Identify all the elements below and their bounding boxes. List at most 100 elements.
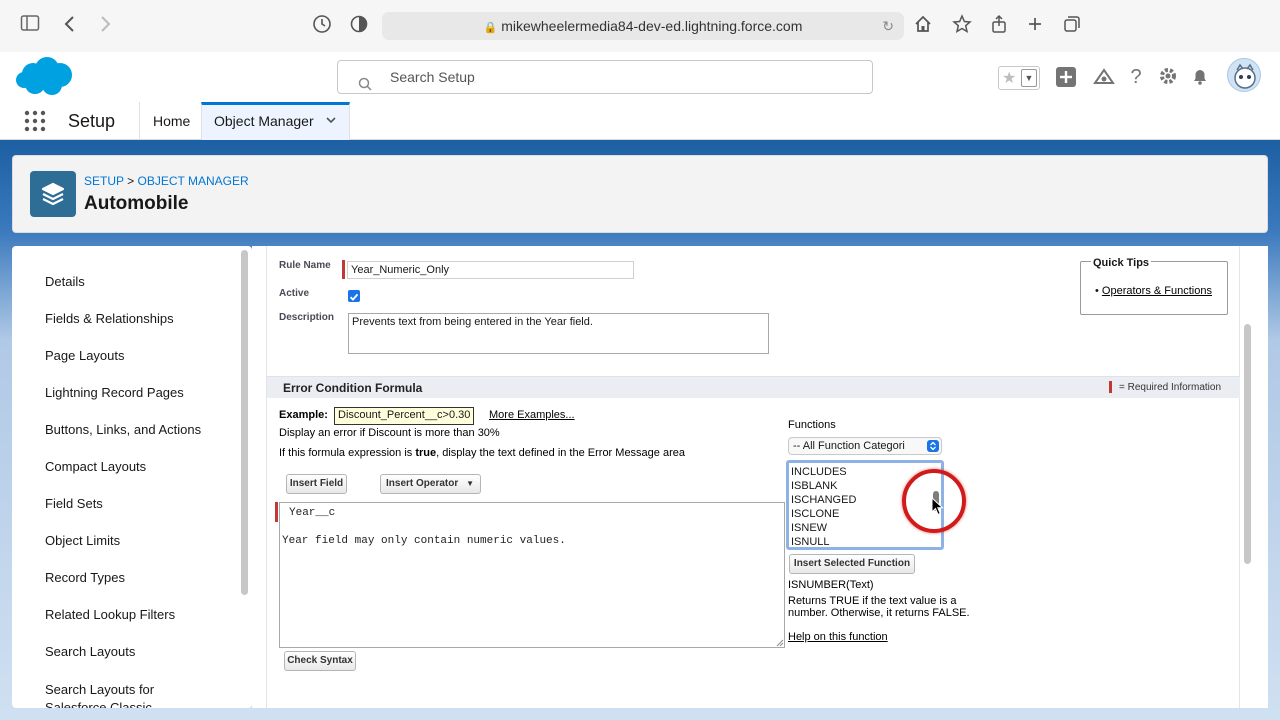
home-icon[interactable] — [912, 14, 934, 36]
insert-selected-function-button[interactable]: Insert Selected Function — [789, 554, 915, 574]
sidebar-item-search-layouts[interactable]: Search Layouts — [45, 644, 135, 659]
sidebar-scrollbar[interactable] — [241, 250, 248, 595]
function-signature: ISNUMBER(Text) — [788, 579, 874, 591]
chevron-down-icon[interactable] — [324, 113, 338, 132]
rule-name-input[interactable]: Year_Numeric_Only — [347, 261, 634, 279]
reload-icon[interactable]: ↻ — [882, 12, 894, 40]
avatar[interactable] — [1227, 58, 1261, 92]
help-icon[interactable]: ? — [1125, 66, 1147, 88]
privacy-shield-icon[interactable] — [348, 14, 370, 36]
required-indicator — [342, 260, 345, 279]
global-header: Search Setup ★ ▼ ? — [0, 52, 1280, 102]
active-checkbox[interactable] — [348, 290, 360, 302]
layers-icon — [30, 171, 76, 217]
function-option[interactable]: ISCLONE — [791, 507, 856, 521]
browser-toolbar: 🔒 mikewheelermedia84-dev-ed.lightning.fo… — [0, 0, 1280, 52]
salesforce-cloud-logo-icon[interactable] — [15, 56, 75, 103]
new-tab-icon[interactable] — [1024, 14, 1046, 36]
formula-line-1: Year__c — [289, 507, 336, 519]
app-name: Setup — [68, 111, 116, 131]
tab-object-manager-label: Object Manager — [214, 113, 314, 129]
check-syntax-button[interactable]: Check Syntax — [284, 651, 356, 671]
global-actions-plus-icon[interactable] — [1055, 66, 1077, 88]
tab-overview-icon[interactable] — [1061, 14, 1083, 36]
example-formula: Discount_Percent__c>0.30 — [334, 407, 475, 425]
select-stepper-icon — [927, 440, 939, 452]
page-title: Automobile — [84, 193, 189, 214]
error-condition-section-header: Error Condition Formula = Required Infor… — [267, 376, 1240, 398]
sidebar-item-fields-relationships[interactable]: Fields & Relationships — [45, 311, 174, 326]
notifications-bell-icon[interactable] — [1189, 66, 1211, 88]
function-description-line-2: number. Otherwise, it returns FALSE. — [788, 607, 970, 619]
functions-label: Functions — [788, 419, 836, 431]
expression-suffix: , display the text defined in the Error … — [436, 447, 685, 459]
gear-icon[interactable] — [1157, 66, 1179, 88]
trailhead-icon[interactable] — [1093, 66, 1115, 88]
sidebar-item-related-lookup-filters[interactable]: Related Lookup Filters — [45, 607, 175, 622]
section-title: Error Condition Formula — [283, 381, 423, 395]
example-description: Display an error if Discount is more tha… — [279, 427, 500, 439]
sidebar-item-object-limits[interactable]: Object Limits — [45, 533, 120, 548]
more-examples-link[interactable]: More Examples... — [489, 409, 575, 421]
breadcrumb-separator: > — [127, 174, 135, 188]
app-nav-bar: Setup Home Object Manager — [0, 102, 1280, 140]
function-option[interactable]: ISBLANK — [791, 479, 856, 493]
function-category-value: -- All Function Categori — [793, 440, 905, 452]
url-text: mikewheelermedia84-dev-ed.lightning.forc… — [501, 18, 803, 34]
required-indicator — [275, 502, 278, 522]
favorites-dropdown-icon[interactable]: ▼ — [1021, 69, 1037, 87]
url-bar[interactable]: 🔒 mikewheelermedia84-dev-ed.lightning.fo… — [382, 12, 904, 40]
functions-list: INCLUDES ISBLANK ISCHANGED ISCLONE ISNEW… — [791, 465, 856, 549]
main-scrollbar[interactable] — [1244, 324, 1251, 564]
function-category-select[interactable]: -- All Function Categori — [788, 437, 942, 455]
function-option[interactable]: ISNEW — [791, 521, 856, 535]
sidebar-item-lightning-record-pages[interactable]: Lightning Record Pages — [45, 385, 184, 400]
sidebar-item-buttons-links-actions[interactable]: Buttons, Links, and Actions — [45, 422, 201, 437]
tab-home-label: Home — [153, 113, 191, 129]
function-description-line-1: Returns TRUE if the text value is a — [788, 595, 957, 607]
quick-tips-list-item: • Operators & Functions — [1095, 285, 1212, 297]
insert-field-button[interactable]: Insert Field — [286, 474, 347, 494]
tab-object-manager[interactable]: Object Manager — [201, 102, 350, 140]
help-on-function-link[interactable]: Help on this function — [788, 631, 888, 643]
function-option[interactable]: INCLUDES — [791, 465, 856, 479]
setup-search-input[interactable]: Search Setup — [337, 60, 873, 94]
sidebar-item-search-layouts-classic[interactable]: Search Layouts for Salesforce Classic — [45, 681, 195, 708]
function-option[interactable]: ISCHANGED — [791, 493, 856, 507]
sidebar-item-record-types[interactable]: Record Types — [45, 570, 125, 585]
sidebar-item-details[interactable]: Details — [45, 274, 85, 289]
formula-editor-textarea[interactable]: Year__c Year field may only contain nume… — [279, 502, 785, 648]
quick-tips-title: Quick Tips — [1091, 257, 1152, 269]
favorites-button[interactable]: ★ ▼ — [998, 66, 1040, 90]
insert-operator-label: Insert Operator — [386, 478, 459, 489]
sidebar-item-compact-layouts[interactable]: Compact Layouts — [45, 459, 146, 474]
app-launcher-icon[interactable] — [24, 110, 46, 137]
sidebar-item-page-layouts[interactable]: Page Layouts — [45, 348, 125, 363]
operators-functions-link[interactable]: Operators & Functions — [1102, 285, 1212, 297]
resize-grip-icon[interactable] — [776, 639, 784, 647]
breadcrumb-object-manager[interactable]: OBJECT MANAGER — [138, 174, 249, 188]
description-textarea[interactable]: Prevents text from being entered in the … — [348, 313, 769, 354]
main-panel: Rule Name Year_Numeric_Only Active Descr… — [252, 246, 1268, 708]
sidebar-item-field-sets[interactable]: Field Sets — [45, 496, 103, 511]
insert-operator-button[interactable]: Insert Operator ▼ — [380, 474, 481, 494]
rule-name-label: Rule Name — [279, 260, 331, 271]
breadcrumb: SETUP > OBJECT MANAGER — [84, 174, 249, 188]
expression-help-text: If this formula expression is true, disp… — [279, 447, 685, 459]
forward-icon[interactable] — [94, 14, 116, 36]
expression-prefix: If this formula expression is — [279, 447, 416, 459]
sidebar-toggle-icon[interactable] — [19, 14, 41, 36]
example-label: Example: — [279, 409, 328, 421]
required-info-text: = Required Information — [1119, 382, 1222, 393]
tab-home[interactable]: Home — [139, 102, 201, 140]
dropdown-arrow-icon: ▼ — [466, 479, 474, 488]
history-icon[interactable] — [311, 14, 333, 36]
breadcrumb-setup[interactable]: SETUP — [84, 174, 124, 188]
mouse-pointer-icon — [931, 496, 945, 522]
favorites-star-icon: ★ — [1002, 70, 1017, 87]
function-option[interactable]: ISNULL — [791, 535, 856, 549]
back-icon[interactable] — [59, 14, 81, 36]
required-legend-indicator — [1109, 381, 1112, 393]
share-icon[interactable] — [988, 14, 1010, 36]
bookmark-star-icon[interactable] — [951, 14, 973, 36]
